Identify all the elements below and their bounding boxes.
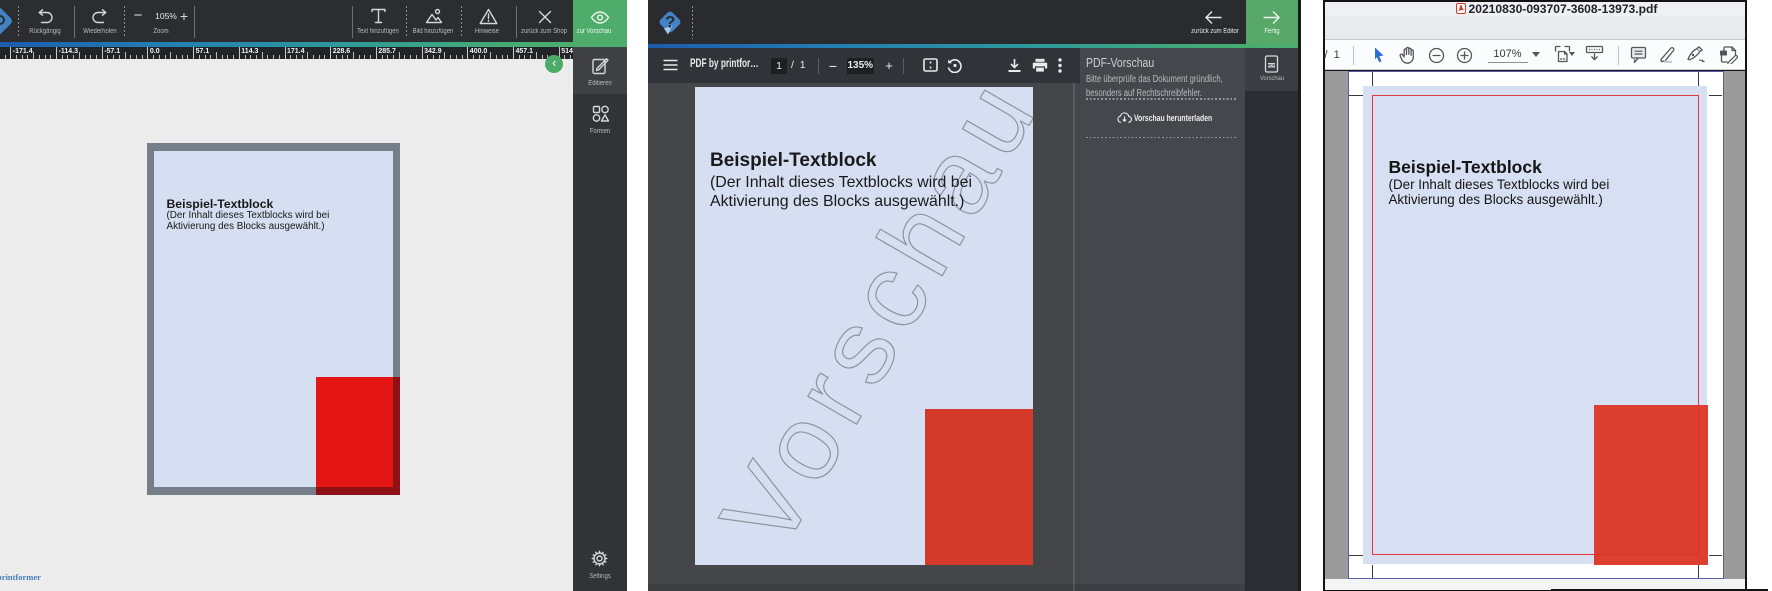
svg-text:?: ? xyxy=(665,13,675,32)
svg-text:PDF: PDF xyxy=(1268,64,1276,68)
